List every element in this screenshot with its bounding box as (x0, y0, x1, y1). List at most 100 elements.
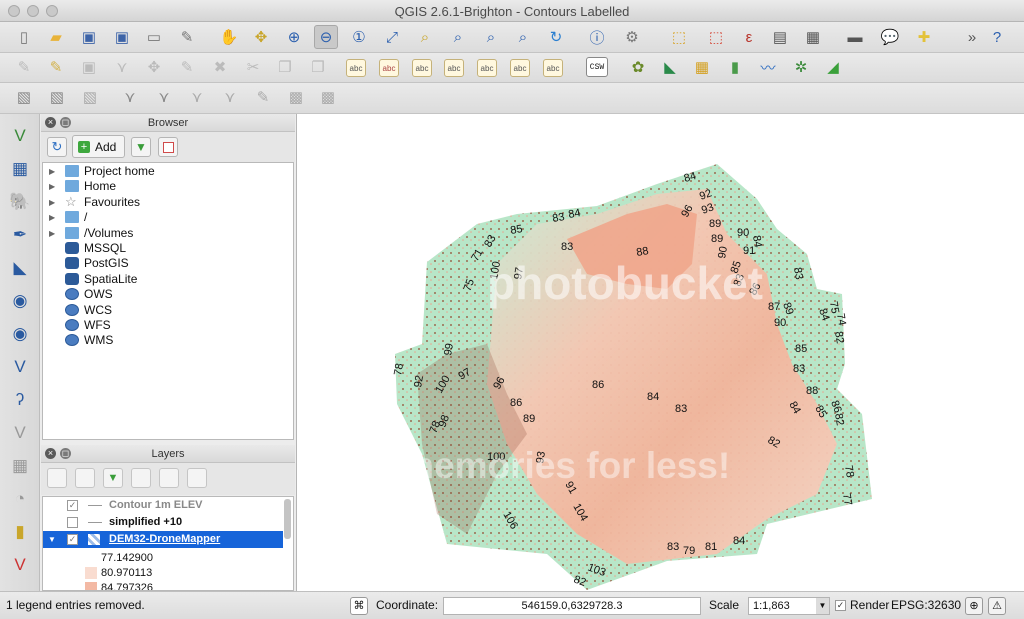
coordinate-field[interactable]: 546159.0,6329728.3 (443, 597, 701, 615)
simplify-icon[interactable]: ▩ (316, 85, 340, 109)
open-folder-icon[interactable]: ▰ (44, 25, 68, 49)
add-button[interactable]: + Add (72, 135, 125, 158)
field-calculator-icon[interactable]: ▦ (801, 25, 825, 49)
zoom-to-layer-icon[interactable]: ⌕ (446, 25, 470, 49)
osm-plugin-icon[interactable]: ✿ (626, 55, 650, 79)
raster-plugin-icon[interactable]: ▦ (690, 55, 714, 79)
map-tips-icon[interactable]: 💬 (878, 25, 902, 49)
zoom-to-selection-icon[interactable]: ⌕ (413, 25, 437, 49)
float-icon[interactable]: ◻ (60, 117, 71, 128)
layer-item[interactable]: ✓ Contour 1m ELEV (43, 497, 283, 514)
layer-item[interactable]: simplified +10 (43, 514, 283, 531)
node-tool-icon[interactable]: ✎ (175, 55, 199, 79)
profile-plugin-icon[interactable]: ◢ (821, 55, 845, 79)
add-mssql-layer-icon[interactable]: ◣ (6, 254, 34, 282)
add-delimited-text-icon[interactable]: ʔ (6, 386, 34, 414)
add-wms-layer-icon[interactable]: ◉ (6, 287, 34, 315)
messages-warning-icon[interactable]: ⚠ (988, 597, 1006, 615)
add-grass-layer-icon[interactable]: ▮ (6, 518, 34, 546)
identify-icon[interactable]: ⓘ (585, 25, 609, 49)
add-spatialite-layer-icon[interactable]: ✒ (6, 221, 34, 249)
layers-scrollbar[interactable] (284, 499, 291, 539)
new-shapefile-icon[interactable]: ▧ (12, 85, 36, 109)
attribute-table-icon[interactable]: ▤ (768, 25, 792, 49)
expand-arrow-icon[interactable]: ▶ (49, 164, 55, 179)
filter-icon[interactable]: ▼ (131, 137, 151, 157)
digitize-icon[interactable]: ⋎ (118, 85, 142, 109)
open-styling-icon[interactable] (47, 468, 67, 488)
move-feature-icon[interactable]: ✥ (142, 55, 166, 79)
contour-plugin-icon[interactable]: 〰 (756, 55, 780, 79)
add-feature-icon[interactable]: ⋎ (110, 55, 134, 79)
layer-visibility-checkbox[interactable] (67, 517, 78, 528)
cut-features-icon[interactable]: ✂ (241, 55, 265, 79)
label-show-icon[interactable]: abc (412, 59, 432, 77)
label-abc-alt-icon[interactable]: abc (543, 59, 563, 77)
merge-icon[interactable]: ⋎ (218, 85, 242, 109)
zoom-full-icon[interactable]: ⤢ (380, 25, 404, 49)
expand-arrow-icon[interactable]: ▶ (49, 179, 55, 194)
new-gpx-icon[interactable]: ▧ (78, 85, 102, 109)
add-raster-layer-icon[interactable]: ▦ (6, 155, 34, 183)
new-file-icon[interactable]: ▯ (12, 25, 36, 49)
label-change-icon[interactable]: abc (510, 59, 530, 77)
save-as-icon[interactable]: ▣ (110, 25, 134, 49)
deselect-icon[interactable]: ⬚ (704, 25, 728, 49)
add-postgis-layer-icon[interactable]: 🐘 (6, 188, 34, 216)
add-vector-layer-icon[interactable]: V (6, 122, 34, 150)
add-vector-tile-icon[interactable]: V (6, 551, 34, 579)
help-icon[interactable]: ? (985, 25, 1009, 49)
save-icon[interactable]: ▣ (77, 25, 101, 49)
zoom-native-icon[interactable]: ① (347, 25, 371, 49)
expression-epsilon-icon[interactable]: ε (737, 25, 761, 49)
close-icon[interactable]: × (45, 448, 56, 459)
text-annotation-icon[interactable]: ✚ (912, 25, 936, 49)
reshape-icon[interactable]: ✎ (251, 85, 275, 109)
layer-visibility-checkbox[interactable]: ✓ (67, 500, 78, 511)
more-chevron-icon[interactable]: » (960, 25, 984, 49)
close-icon[interactable]: × (45, 117, 56, 128)
zoom-next-icon[interactable]: ⌕ (511, 25, 535, 49)
coordinate-toggle-icon[interactable]: ⌘ (350, 597, 368, 615)
add-virtual-layer-icon[interactable]: ◔ (6, 485, 34, 513)
zoom-in-icon[interactable]: ⊕ (282, 25, 306, 49)
label-pin-icon[interactable]: abc (379, 59, 399, 77)
add-wfs-layer-icon[interactable]: V (6, 353, 34, 381)
label-abc-icon[interactable]: abc (346, 59, 366, 77)
new-composer-icon[interactable]: ▭ (142, 25, 166, 49)
copy-features-icon[interactable]: ❐ (273, 55, 297, 79)
offset-icon[interactable]: ▩ (284, 85, 308, 109)
zoom-last-icon[interactable]: ⌕ (479, 25, 503, 49)
new-spatialite-icon[interactable]: ▧ (45, 85, 69, 109)
current-edits-icon[interactable]: ✎ (12, 55, 36, 79)
new-memory-layer-icon[interactable]: V (6, 419, 34, 447)
refresh-icon[interactable]: ↻ (544, 25, 568, 49)
measure-ruler-icon[interactable]: ▬ (843, 25, 867, 49)
split-icon[interactable]: ⋎ (185, 85, 209, 109)
gradient-plugin-icon[interactable]: ▮ (723, 55, 747, 79)
csw-button[interactable]: CSW (586, 57, 608, 77)
action-gear-icon[interactable]: ⚙ (620, 25, 644, 49)
label-rotate-icon[interactable]: abc (477, 59, 497, 77)
pan-hand-icon[interactable]: ✋ (217, 25, 241, 49)
expand-arrow-icon[interactable]: ▶ (49, 226, 55, 241)
pan-to-selection-icon[interactable]: ✥ (249, 25, 273, 49)
paste-features-icon[interactable]: ❐ (306, 55, 330, 79)
triangle-plugin-icon[interactable]: ◣ (658, 55, 682, 79)
expand-arrow-icon[interactable]: ▶ (49, 195, 55, 210)
refresh-icon[interactable]: ↻ (47, 137, 67, 157)
remove-layer-icon[interactable] (187, 468, 207, 488)
add-oracle-layer-icon[interactable]: ▦ (6, 452, 34, 480)
render-checkbox[interactable]: ✓ (835, 600, 846, 611)
crs-globe-icon[interactable]: ⊕ (965, 597, 983, 615)
map-canvas[interactable]: 84 92 93 96 89 89 90 84 91 90 83 83 84 85 83 88 83 71 100 9… (296, 114, 1024, 591)
expand-arrow-icon[interactable]: ▶ (49, 210, 55, 225)
zoom-out-icon[interactable]: ⊖ (314, 25, 338, 49)
collapse-arrow-icon[interactable]: ▼ (48, 531, 56, 548)
add-part-icon[interactable]: ⋎ (152, 85, 176, 109)
processing-plugin-icon[interactable]: ✲ (789, 55, 813, 79)
filter-legend-icon[interactable]: ▼ (103, 468, 123, 488)
scale-combobox[interactable]: 1:1,863 ▼ (748, 597, 830, 615)
select-features-icon[interactable]: ⬚ (667, 25, 691, 49)
delete-selected-icon[interactable]: ✖ (208, 55, 232, 79)
